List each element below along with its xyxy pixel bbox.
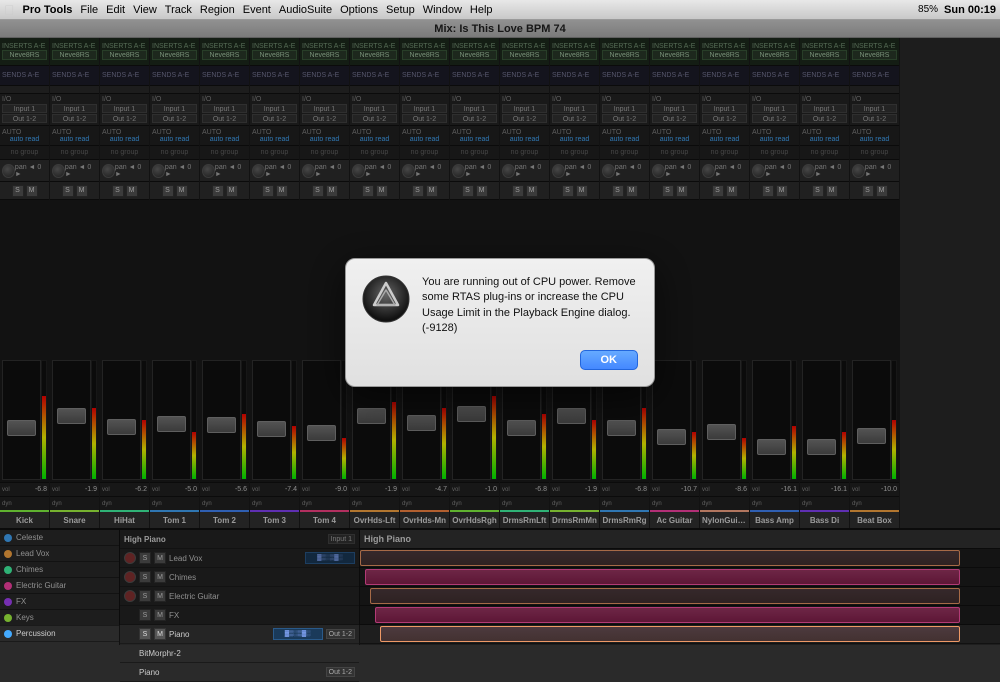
menu-view[interactable]: View <box>133 4 157 16</box>
dialog-app-icon <box>362 275 410 326</box>
dialog-message: You are running out of CPU power. Remove… <box>422 275 638 337</box>
menu-window[interactable]: Window <box>423 4 462 16</box>
track-output-box[interactable]: Out 1-2 <box>326 667 355 677</box>
cpu-warning-dialog: You are running out of CPU power. Remove… <box>345 258 655 388</box>
menu-region[interactable]: Region <box>200 4 235 16</box>
menu-file[interactable]: File <box>80 4 98 16</box>
track-control-row: BitMorphr-2 <box>120 644 359 663</box>
menu-event[interactable]: Event <box>243 4 271 16</box>
track-list-item[interactable]: Piano <box>0 642 119 645</box>
track-output-box[interactable]: Out 1-2 <box>326 629 355 639</box>
app-name-menu[interactable]: Pro Tools <box>23 4 73 16</box>
menu-edit[interactable]: Edit <box>106 4 125 16</box>
apple-menu[interactable]:  <box>4 2 15 18</box>
menu-setup[interactable]: Setup <box>386 4 415 16</box>
battery-indicator: 85% <box>918 4 938 15</box>
menu-options[interactable]: Options <box>340 4 378 16</box>
dialog-overlay: You are running out of CPU power. Remove… <box>0 20 1000 625</box>
track-color-dot <box>4 630 12 638</box>
track-list-item[interactable]: Percussion <box>0 626 119 642</box>
dialog-content: You are running out of CPU power. Remove… <box>362 275 638 337</box>
arrange-track <box>360 644 1000 645</box>
track-name: Percussion <box>16 629 56 638</box>
solo-button[interactable]: S <box>139 628 151 640</box>
dialog-buttons: OK <box>362 350 638 370</box>
track-name-label: Piano <box>139 668 323 677</box>
menubar:  Pro Tools File Edit View Track Region … <box>0 0 1000 20</box>
mute-button[interactable]: M <box>154 628 166 640</box>
menu-track[interactable]: Track <box>165 4 192 16</box>
arrange-track <box>360 625 1000 644</box>
menu-help[interactable]: Help <box>470 4 493 16</box>
track-control-row: SMPiano▓▒░▒▓░Out 1-2 <box>120 625 359 644</box>
waveform-display: ▓▒░▒▓░ <box>273 628 323 640</box>
menu-audiosuite[interactable]: AudioSuite <box>279 4 332 16</box>
track-control-row: PianoOut 1-2 <box>120 663 359 682</box>
time-display: Sun 00:19 <box>944 4 996 16</box>
dialog-ok-button[interactable]: OK <box>580 350 639 370</box>
track-name-label: Piano <box>169 630 270 639</box>
track-name-label: BitMorphr-2 <box>139 649 355 658</box>
arrange-clip[interactable] <box>380 626 960 642</box>
